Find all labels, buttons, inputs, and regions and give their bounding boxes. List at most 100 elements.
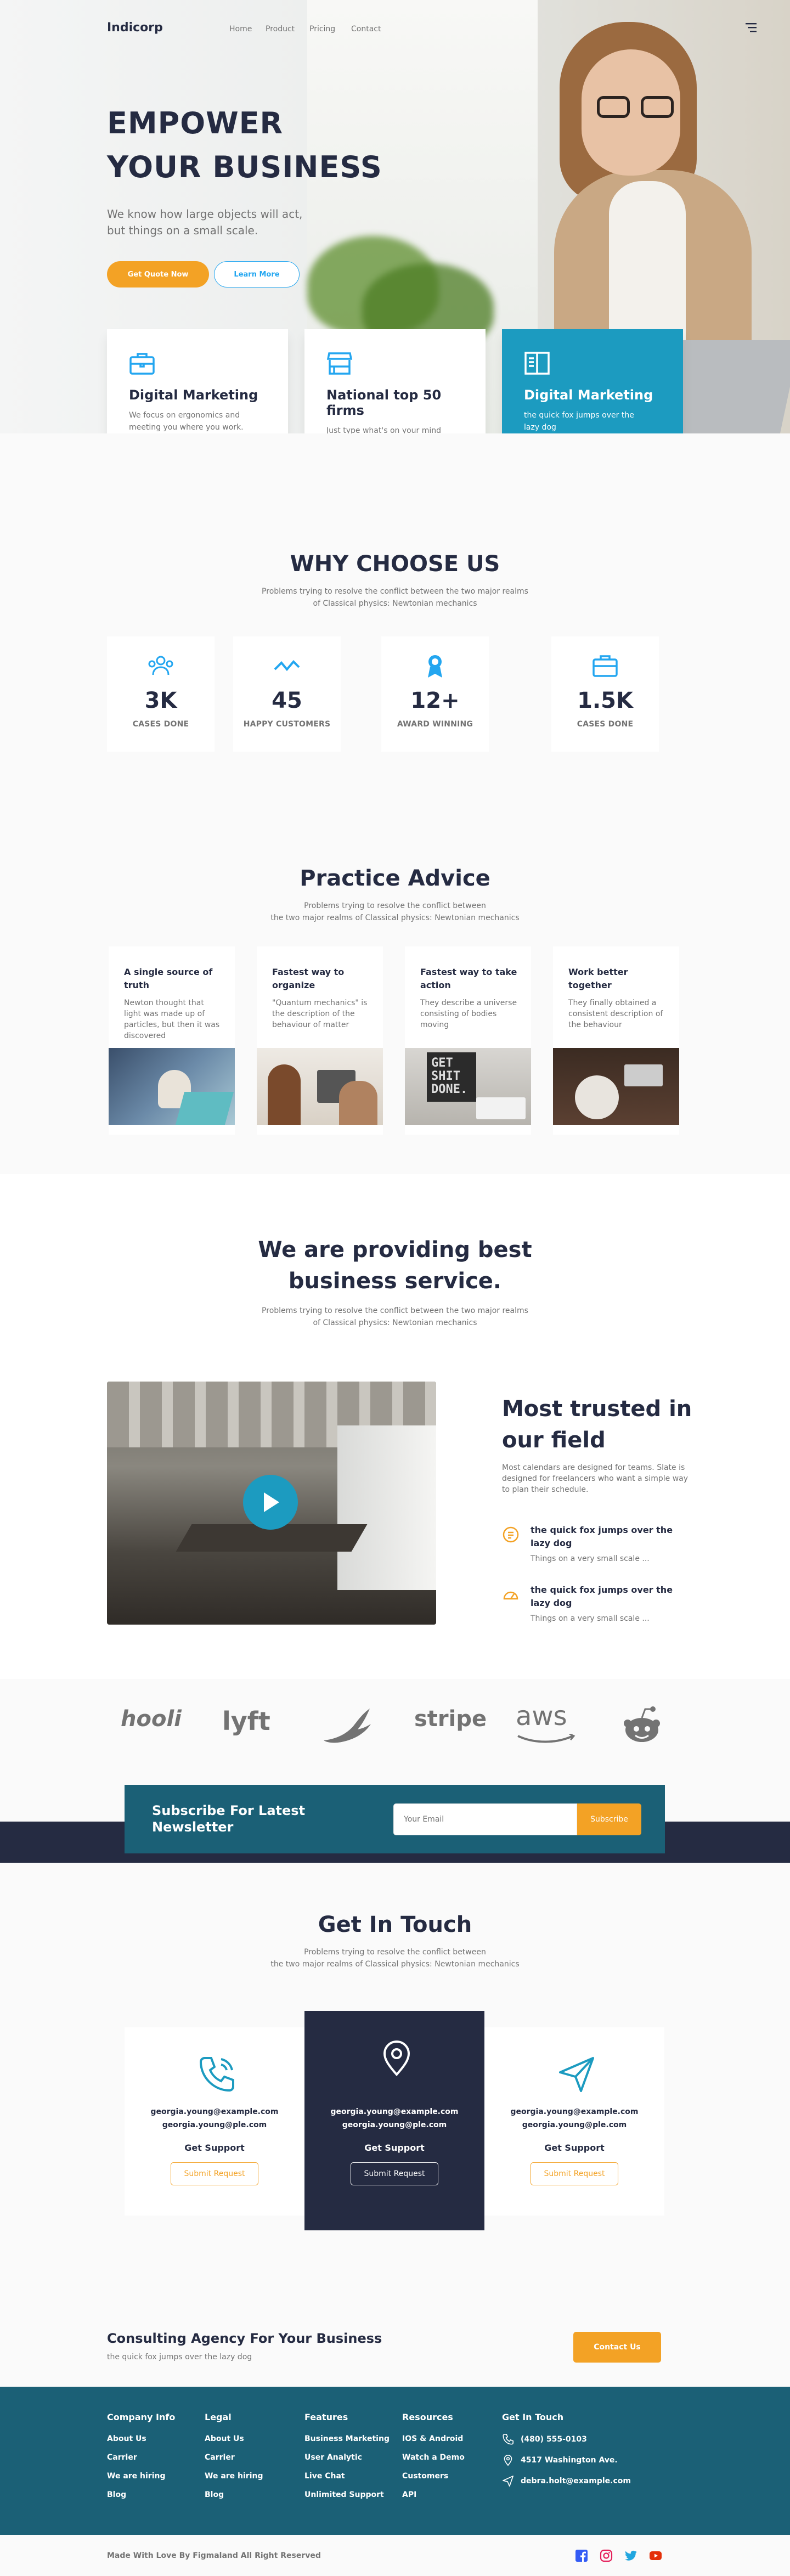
contact-email-2[interactable]: georgia.young@ple.com [484, 2118, 664, 2132]
subscribe-button[interactable]: Subscribe [577, 1803, 641, 1835]
hero-title-line1: EMPOWER [107, 106, 284, 140]
contact-subtitle-line2: the two major realms of Classical physic… [270, 1960, 520, 1969]
contact-card-featured: georgia.young@example.com georgia.young@… [304, 2011, 484, 2230]
why-title: WHY CHOOSE US [290, 551, 500, 577]
footer-link[interactable]: API [402, 2489, 495, 2500]
contact-help-label: Get Support [364, 2143, 425, 2153]
footer-link[interactable]: About Us [107, 2433, 200, 2444]
feature-card-title: Digital Marketing [129, 387, 258, 403]
nav-link-pricing[interactable]: Pricing [309, 25, 335, 33]
footer-link[interactable]: Live Chat [304, 2471, 398, 2482]
footer-link[interactable]: Blog [205, 2489, 298, 2500]
contact-email-2[interactable]: georgia.young@ple.com [304, 2118, 484, 2132]
footer-phone-text: (480) 555-0103 [521, 2435, 587, 2444]
newsletter-banner: Subscribe For Latest Newsletter Subscrib… [125, 1785, 665, 1853]
practice-card[interactable]: Work better together They finally obtain… [553, 946, 679, 1135]
contact-help-label: Get Support [544, 2143, 605, 2153]
contact-title: Get In Touch [318, 1912, 472, 1937]
footer-link[interactable]: User Analytic [304, 2452, 398, 2463]
trusted-item: the quick fox jumps over the lazy dog Th… [502, 1583, 694, 1627]
contact-us-button[interactable]: Contact Us [573, 2332, 661, 2363]
trusted-item-text: Things on a very small scale ... [531, 1614, 650, 1623]
video-thumbnail-conference-room[interactable] [107, 1382, 436, 1625]
footer-column-resources: Resources IOS & Android Watch a Demo Cus… [402, 2412, 495, 2508]
practice-card-image-workspace [553, 1048, 679, 1125]
contact-email-1[interactable]: georgia.young@example.com [304, 2105, 484, 2118]
service-title-line1: We are providing best [258, 1237, 532, 1262]
users-icon [148, 656, 173, 675]
footer-email[interactable]: debra.holt@example.com [502, 2475, 645, 2487]
footer-link[interactable]: Carrier [205, 2452, 298, 2463]
instagram-icon[interactable] [600, 2549, 613, 2562]
footer-column-title: Resources [402, 2412, 453, 2422]
stat-number: 12+ [410, 688, 460, 713]
twitter-icon[interactable] [624, 2549, 637, 2562]
feature-card[interactable]: Digital Marketing We focus on ergonomics… [107, 329, 288, 444]
footer-link[interactable]: Carrier [107, 2452, 200, 2463]
practice-card[interactable]: Fastest way to organize "Quantum mechani… [257, 946, 383, 1135]
hamburger-menu-icon[interactable] [743, 22, 758, 33]
footer-phone[interactable]: (480) 555-0103 [502, 2433, 645, 2445]
practice-card-image-meeting [257, 1048, 383, 1125]
footer-link[interactable]: IOS & Android [402, 2433, 495, 2444]
award-icon [428, 655, 442, 678]
service-subtitle-line1: Problems trying to resolve the conflict … [262, 1306, 528, 1315]
contact-email-1[interactable]: georgia.young@example.com [484, 2105, 664, 2118]
stat-card: 45 HAPPY CUSTOMERS [233, 636, 341, 752]
footer-link[interactable]: We are hiring [107, 2471, 200, 2482]
footer-link[interactable]: Unlimited Support [304, 2489, 398, 2500]
hero-glasses-right [641, 96, 674, 118]
footer-link[interactable]: We are hiring [205, 2471, 298, 2482]
play-button[interactable] [243, 1475, 298, 1530]
submit-request-button[interactable]: Submit Request [531, 2162, 618, 2185]
feature-card[interactable]: National top 50 firms Just type what's o… [304, 329, 486, 447]
footer-link[interactable]: Customers [402, 2471, 495, 2482]
nav-link-contact[interactable]: Contact [351, 25, 381, 33]
footer-link[interactable]: Business Marketing [304, 2433, 398, 2444]
contact-subtitle-line1: Problems trying to resolve the conflict … [304, 1948, 486, 1957]
trusted-description: Most calendars are designed for teams. S… [502, 1463, 689, 1494]
reddit-logo-icon [624, 1706, 660, 1742]
learn-more-button[interactable]: Learn More [214, 261, 300, 288]
nav-logo[interactable]: Indicorp [107, 21, 163, 35]
footer-column-title: Legal [205, 2412, 232, 2422]
practice-card-title: Fastest way to take action [420, 967, 517, 990]
submit-request-button[interactable]: Submit Request [351, 2162, 438, 2185]
footer-address[interactable]: 4517 Washington Ave. [502, 2454, 645, 2466]
contact-email-1[interactable]: georgia.young@example.com [125, 2105, 304, 2118]
footer-link[interactable]: Blog [107, 2489, 200, 2500]
practice-card-text: "Quantum mechanics" is the description o… [272, 999, 368, 1029]
youtube-icon[interactable] [649, 2549, 662, 2562]
footer-link[interactable]: About Us [205, 2433, 298, 2444]
footer-link[interactable]: Watch a Demo [402, 2452, 495, 2463]
footer-column-title: Company Info [107, 2412, 176, 2422]
service-subtitle-line2: of Classical physics: Newtonian mechanic… [313, 1318, 477, 1327]
contact-card: georgia.young@example.com georgia.young@… [125, 2027, 304, 2216]
newsletter-email-input[interactable] [393, 1803, 577, 1835]
contact-help-label: Get Support [184, 2143, 245, 2153]
stat-label: HAPPY CUSTOMERS [243, 720, 331, 729]
stat-number: 1.5K [577, 688, 633, 713]
facebook-icon[interactable] [575, 2549, 588, 2562]
submit-request-button[interactable]: Submit Request [171, 2162, 258, 2185]
stat-label: CASES DONE [132, 720, 189, 729]
consulting-cta-section [0, 2310, 790, 2387]
get-quote-button[interactable]: Get Quote Now [107, 261, 209, 288]
contact-email-2[interactable]: georgia.young@ple.com [125, 2118, 304, 2132]
feature-card-active[interactable]: Digital Marketing the quick fox jumps ov… [502, 329, 683, 444]
hero-description: We know how large objects will act, but … [107, 206, 337, 239]
nav-link-product[interactable]: Product [266, 25, 295, 33]
practice-subtitle-line1: Problems trying to resolve the conflict … [304, 901, 486, 910]
stat-card: 1.5K CASES DONE [551, 636, 659, 752]
practice-card[interactable]: A single source of truth Newton thought … [109, 946, 235, 1135]
trusted-title: Most trusted in our field [502, 1396, 692, 1453]
practice-title: Practice Advice [300, 866, 490, 891]
consulting-title: Consulting Agency For Your Business [107, 2331, 382, 2346]
send-icon [503, 2476, 514, 2487]
stat-card: 3K CASES DONE [107, 636, 215, 752]
send-icon [559, 2057, 594, 2092]
stat-label: CASES DONE [577, 720, 634, 729]
nav-link-home[interactable]: Home [229, 25, 252, 33]
feature-card-text: We focus on ergonomics and meeting you w… [129, 411, 244, 432]
practice-card[interactable]: Fastest way to take action They describe… [405, 946, 531, 1135]
